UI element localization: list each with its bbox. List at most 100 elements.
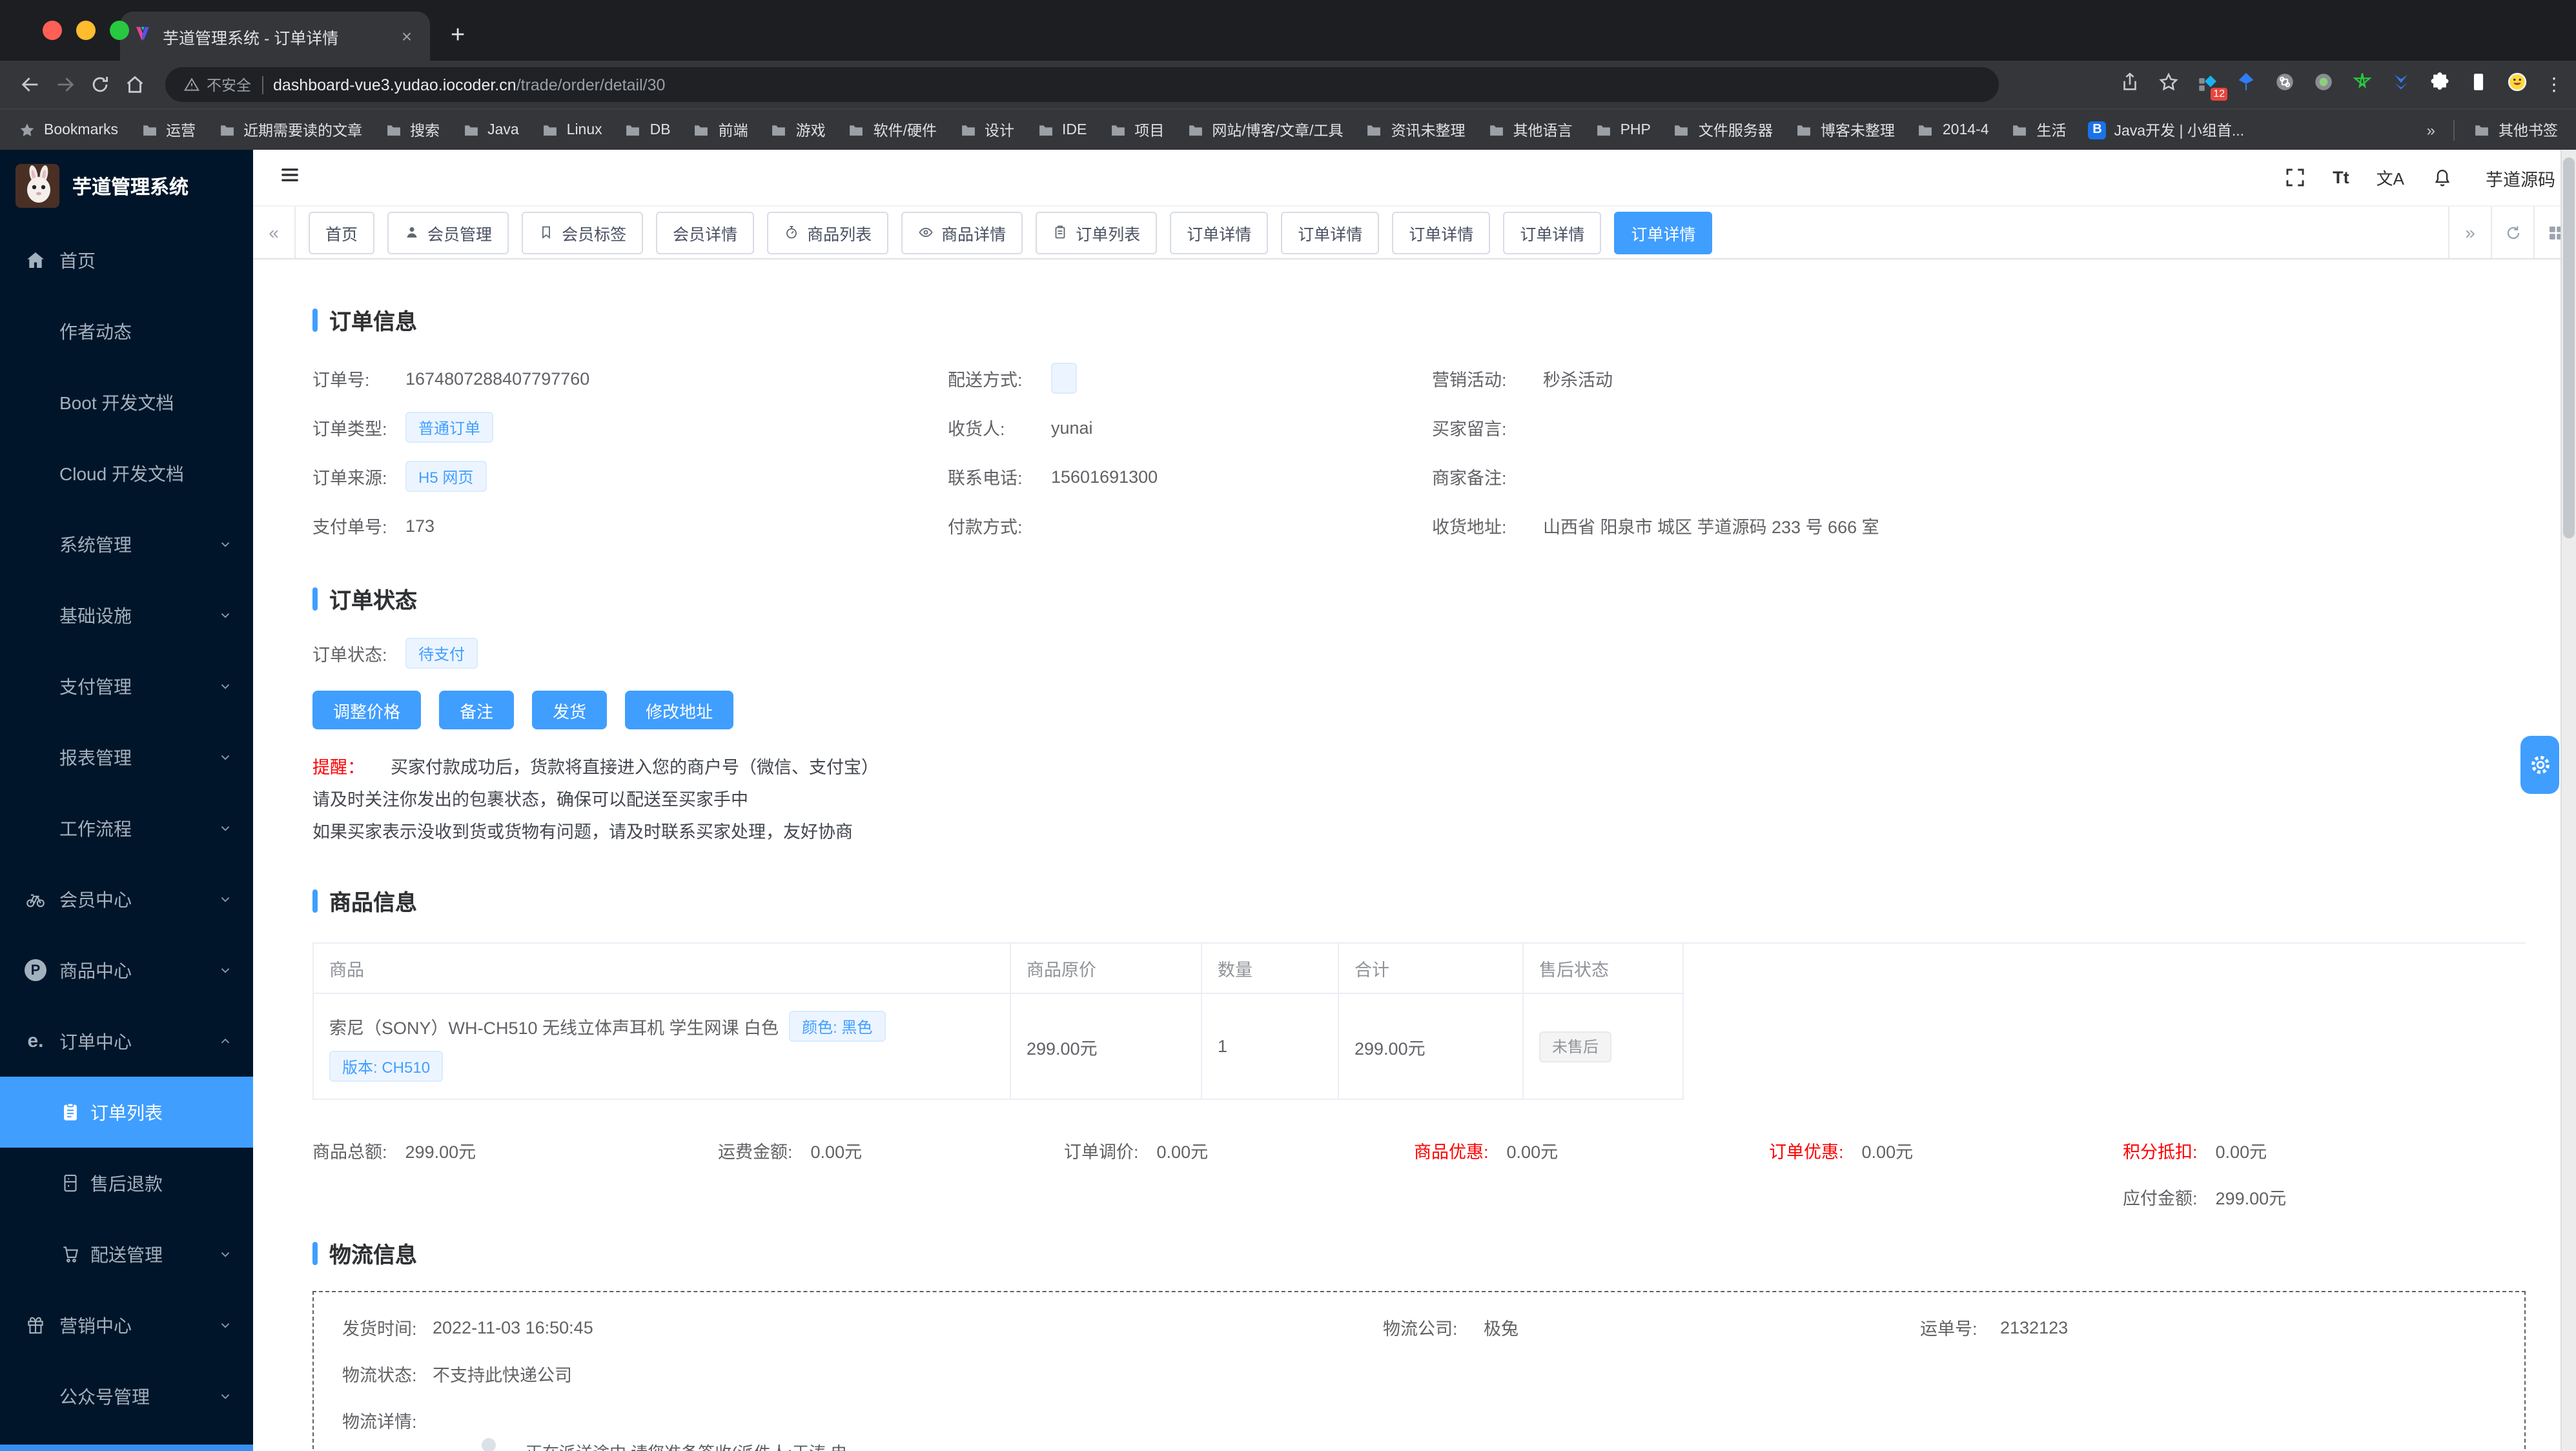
tabs-scroll-left-icon[interactable]: « [253,207,296,258]
sidebar-item-order-list[interactable]: 订单列表 [0,1077,253,1148]
extension-record-icon[interactable] [2313,70,2335,99]
tab-order-list[interactable]: 订单列表 [1036,211,1158,254]
ship-button[interactable]: 发货 [532,691,608,729]
tab-member-tags[interactable]: 会员标签 [522,211,644,254]
adjust-price-button[interactable]: 调整价格 [312,691,422,729]
bookmark-folder[interactable]: 项目 [1109,119,1164,140]
sidebar-item-payment[interactable]: 支付管理 [0,651,253,722]
sidebar-item-system[interactable]: 系统管理 [0,509,253,580]
order-status-section: 订单状态 订单状态: 待支付 调整价格 备注 发货 修改地址 提醒： 买家付款成功… [312,582,2526,848]
notification-bell-icon[interactable] [2431,167,2453,188]
security-indicator[interactable]: 不安全 [183,74,251,95]
forward-button[interactable] [48,67,83,102]
tab-home[interactable]: 首页 [309,211,375,254]
tab-member-detail[interactable]: 会员详情 [656,211,755,254]
extension-command-icon[interactable] [2274,70,2296,99]
scrollbar-thumb[interactable] [2563,157,2575,538]
bookmark-folder[interactable]: 网站/博客/文章/工具 [1186,119,1344,140]
bookmark-folder[interactable]: 文件服务器 [1673,119,1773,140]
close-tab-icon[interactable]: × [396,26,417,46]
bookmark-folder[interactable]: 设计 [959,119,1014,140]
profile-avatar[interactable] [2506,70,2528,99]
extension-tabs-icon[interactable]: 12 [2196,74,2227,101]
sidebar-item-order-center[interactable]: e. 订单中心 [0,1006,253,1077]
sidebar-item-product-center[interactable]: P 商品中心 [0,935,253,1006]
font-size-icon[interactable]: Tt [2333,168,2349,187]
tab-order-detail[interactable]: 订单详情 [1503,211,1602,254]
extension-panel-icon[interactable] [2468,70,2489,99]
bookmark-folder[interactable]: 前端 [693,119,748,140]
tab-order-detail[interactable]: 订单详情 [1392,211,1491,254]
app-logo[interactable]: 芋道管理系统 [0,155,253,217]
bookmark-star-icon[interactable] [2158,70,2180,99]
app-window: 芋道管理系统 首页 作者动态 Boot 开发文档 Cloud 开发文档 系统管理 [0,150,2576,1451]
tabs-scroll-right-icon[interactable]: » [2448,207,2491,258]
person-icon [407,227,417,238]
tab-product-list[interactable]: 商品列表 [767,211,889,254]
bookmark-folder[interactable]: Linux [541,121,602,139]
tab-member-mgmt[interactable]: 会员管理 [387,211,509,254]
edit-address-button[interactable]: 修改地址 [625,691,734,729]
sidebar-item-boot-docs[interactable]: Boot 开发文档 [0,367,253,438]
sidebar-item-cloud-docs[interactable]: Cloud 开发文档 [0,438,253,509]
current-user[interactable]: 芋道源码 [2486,165,2555,190]
fullscreen-icon[interactable] [2284,167,2305,188]
sidebar-item-author-news[interactable]: 作者动态 [0,296,253,367]
remark-button[interactable]: 备注 [439,691,515,729]
zoom-window-button[interactable] [110,21,129,40]
field-label: 支付单号: [312,518,387,537]
bookmark-folder[interactable]: DB [624,121,671,139]
other-bookmarks[interactable]: 其他书签 [2473,119,2558,140]
tab-order-detail[interactable]: 订单详情 [1170,211,1269,254]
menu-collapse-icon[interactable] [279,163,301,192]
extension-star-icon[interactable] [2351,70,2373,99]
tab-order-detail[interactable]: 订单详情 [1281,211,1380,254]
bookmark-folder[interactable]: 近期需要读的文章 [218,119,362,140]
settings-button[interactable] [2520,736,2559,794]
bookmark-site[interactable]: B Java开发 | 小组首... [2088,119,2244,140]
browser-menu-icon[interactable]: ⋮ [2545,74,2563,96]
back-button[interactable] [13,67,48,102]
bookmark-folder[interactable]: 其他语言 [1487,119,1573,140]
extension-balloon-icon[interactable] [2235,70,2257,99]
minimize-window-button[interactable] [76,21,96,40]
bookmarks-overflow-icon[interactable]: » [2427,121,2435,139]
sidebar-item-home[interactable]: 首页 [0,225,253,296]
sidebar-item-marketing-center[interactable]: 营销中心 [0,1290,253,1361]
bookmark-folder[interactable]: 生活 [2011,119,2067,140]
browser-tab[interactable]: 芋道管理系统 - 订单详情 × [120,12,430,61]
bookmark-folder[interactable]: IDE [1036,121,1087,139]
bookmark-folder[interactable]: Java [462,121,519,139]
new-tab-button[interactable]: + [451,22,465,50]
bookmark-folder[interactable]: 游戏 [770,119,826,140]
reload-button[interactable] [83,67,118,102]
close-window-button[interactable] [43,21,62,40]
address-bar[interactable]: 不安全 dashboard-vue3.yudao.iocoder.cn/trad… [165,67,1999,102]
bookmark-folder[interactable]: 2014-4 [1917,121,1989,139]
share-icon[interactable] [2119,70,2141,99]
refresh-tab-icon[interactable] [2491,207,2533,258]
sidebar-item-workflow[interactable]: 工作流程 [0,793,253,864]
language-icon[interactable]: 文A [2377,165,2404,190]
field-label: 营销活动: [1432,370,1507,390]
bookmark-folder[interactable]: 软件/硬件 [848,119,937,140]
extension-chevrons-icon[interactable] [2390,70,2412,99]
sidebar-item-official-account[interactable]: 公众号管理 [0,1361,253,1432]
page-scrollbar[interactable] [2561,150,2576,1451]
sidebar-item-member-center[interactable]: 会员中心 [0,864,253,935]
extensions-puzzle-icon[interactable] [2429,70,2451,99]
clipboard-icon [59,1101,81,1123]
bookmarks-root[interactable]: Bookmarks [18,121,118,139]
bookmark-folder[interactable]: 博客未整理 [1795,119,1895,140]
sidebar-item-infra[interactable]: 基础设施 [0,580,253,651]
sidebar-item-reports[interactable]: 报表管理 [0,722,253,793]
bookmark-folder[interactable]: PHP [1595,121,1651,139]
bookmark-folder[interactable]: 搜索 [384,119,440,140]
sidebar-item-after-sale-refund[interactable]: 售后退款 [0,1148,253,1219]
tab-product-detail[interactable]: 商品详情 [901,211,1023,254]
home-button[interactable] [118,67,152,102]
bookmark-folder[interactable]: 资讯未整理 [1365,119,1466,140]
bookmark-folder[interactable]: 运营 [140,119,196,140]
tab-order-detail-active[interactable]: 订单详情 [1614,211,1713,254]
sidebar-item-delivery-mgmt[interactable]: 配送管理 [0,1219,253,1290]
